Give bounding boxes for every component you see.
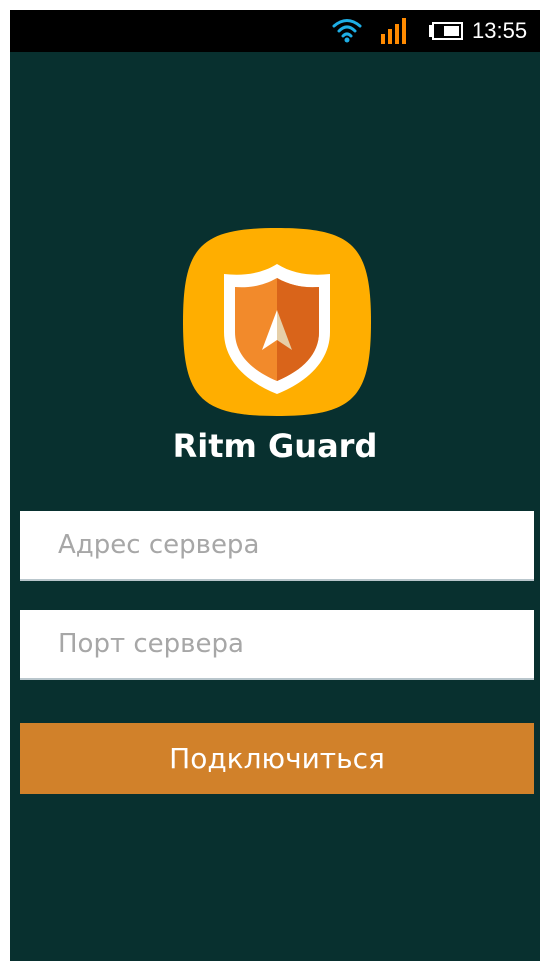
shield-icon: [183, 228, 371, 416]
login-screen: 13:55 Ritm Guard Подключиться: [10, 10, 540, 961]
server-address-input[interactable]: [20, 511, 534, 581]
server-port-input[interactable]: [20, 610, 534, 680]
connect-button[interactable]: Подключиться: [20, 723, 534, 794]
battery-icon: [429, 22, 463, 40]
signal-icon: [381, 18, 406, 44]
app-title: Ritm Guard: [172, 427, 378, 465]
status-time: 13:55: [472, 18, 528, 43]
wifi-icon: [332, 19, 362, 43]
status-bar: 13:55: [10, 10, 540, 52]
